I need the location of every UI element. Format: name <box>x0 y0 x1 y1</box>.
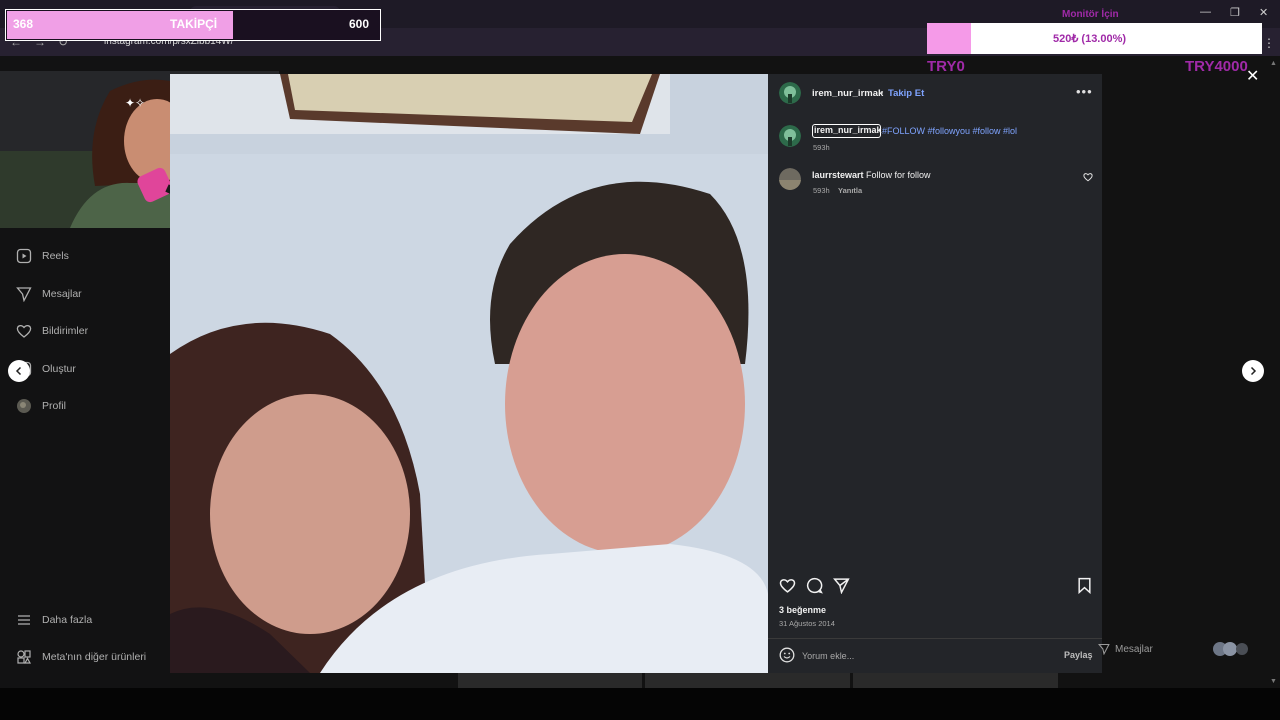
follower-goal-target: 600 <box>349 17 370 31</box>
messages-icon <box>1098 643 1110 655</box>
background-thumbnail <box>458 672 642 688</box>
chevron-left-icon <box>15 366 22 376</box>
sidebar-item-label: Bildirimler <box>42 325 89 337</box>
sidebar-item-label: Profil <box>42 400 66 412</box>
comment-icon[interactable] <box>806 577 823 594</box>
author-username[interactable]: irem_nur_irmak <box>812 88 883 99</box>
comment-time: 593h <box>813 186 830 195</box>
reply-button[interactable]: Yanıtla <box>838 186 862 195</box>
comment-like-icon[interactable] <box>1083 172 1093 182</box>
sidebar-item-more[interactable]: Daha fazla <box>16 609 92 631</box>
next-post-button[interactable] <box>1242 360 1264 382</box>
like-icon[interactable] <box>779 577 796 594</box>
follower-label: TAKİPÇİ <box>170 17 218 31</box>
donation-goal-title: Monitör İçin <box>1062 9 1119 20</box>
divider <box>768 638 1102 639</box>
previous-post-button[interactable] <box>8 360 30 382</box>
separator-dot: • <box>880 88 884 98</box>
donation-goal-min: TRY0 <box>927 58 965 75</box>
follow-button[interactable]: Takip Et <box>888 88 924 99</box>
sidebar-item-messages[interactable]: Mesajlar <box>16 283 82 305</box>
like-count[interactable]: 3 beğenme <box>779 605 826 615</box>
save-icon[interactable] <box>1077 577 1092 594</box>
emoji-icon[interactable] <box>779 647 795 663</box>
messages-dock-label: Mesajlar <box>1115 643 1153 655</box>
browser-menu-icon[interactable]: ⋮ <box>1263 36 1275 50</box>
sidebar-item-label: Reels <box>42 250 69 262</box>
sidebar-item-label: Mesajlar <box>42 288 82 300</box>
messages-icon <box>16 287 32 302</box>
minimize-icon[interactable]: — <box>1200 6 1211 18</box>
scroll-up-icon[interactable]: ▲ <box>1270 60 1277 67</box>
sidebar-item-notifications[interactable]: Bildirimler <box>16 320 88 342</box>
follower-count: 368 <box>13 17 34 31</box>
caption-hashtags[interactable]: #FOLLOW #followyou #follow #lol <box>882 126 1017 136</box>
commenter-avatar[interactable] <box>779 168 801 190</box>
sidebar-item-label: Oluştur <box>42 363 76 375</box>
menu-icon <box>18 615 30 625</box>
dock-avatars <box>1212 642 1248 656</box>
chevron-right-icon <box>1250 366 1257 376</box>
comment-text: Follow for follow <box>866 170 931 180</box>
heart-icon <box>16 325 32 338</box>
maximize-icon[interactable]: ❐ <box>1230 6 1240 19</box>
post-date: 31 Ağustos 2014 <box>779 619 835 628</box>
donation-goal-max: TRY4000 <box>1185 58 1248 75</box>
donation-goal-progress <box>927 23 971 54</box>
sidebar-item-label: Daha fazla <box>42 614 93 626</box>
reels-icon <box>16 248 32 264</box>
caption-username[interactable]: irem_nur_irmak <box>812 124 882 138</box>
window-close-icon[interactable]: ✕ <box>1259 6 1268 19</box>
avatar-icon <box>17 399 31 413</box>
post-photo <box>170 74 768 673</box>
post-comment-button[interactable]: Paylaş <box>1064 650 1093 660</box>
sidebar-item-meta-products[interactable]: Meta'nın diğer ürünleri <box>16 646 146 668</box>
author-avatar[interactable] <box>779 82 801 104</box>
grid-icon <box>17 650 32 664</box>
comment-input[interactable] <box>802 649 1042 663</box>
caption-avatar[interactable] <box>779 125 801 147</box>
scroll-down-icon[interactable]: ▼ <box>1270 678 1277 685</box>
background-thumbnail <box>645 672 850 688</box>
comment-username[interactable]: laurrstewart <box>812 170 864 180</box>
close-icon[interactable]: ✕ <box>1246 66 1259 86</box>
donation-goal-text: 520₺ (13.00%) <box>1053 33 1127 45</box>
sidebar-item-label: Meta'nın diğer ürünleri <box>42 651 147 663</box>
caption-time: 593h <box>813 143 830 152</box>
sidebar-item-reels[interactable]: Reels <box>16 245 69 267</box>
background-thumbnail <box>853 672 1058 688</box>
svg-text:✦✧: ✦✧ <box>125 96 145 110</box>
messages-dock[interactable]: Mesajlar <box>1098 641 1256 657</box>
share-icon[interactable] <box>833 577 850 594</box>
sidebar-item-profile[interactable]: Profil <box>16 395 66 417</box>
taskbar-strip <box>0 688 1280 720</box>
more-options-icon[interactable]: ••• <box>1076 84 1093 99</box>
